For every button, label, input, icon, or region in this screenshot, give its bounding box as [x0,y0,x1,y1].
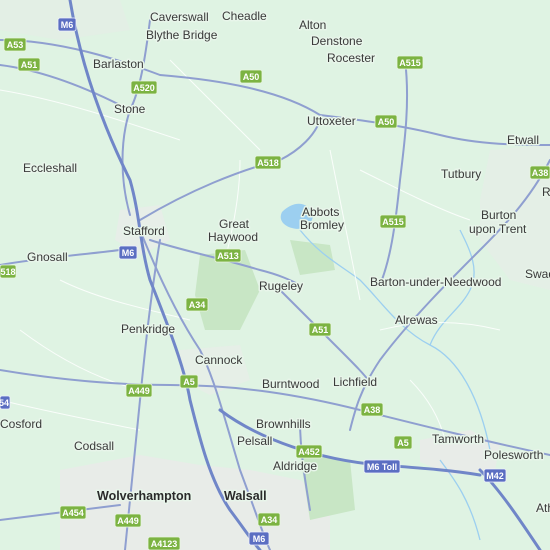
road-shield-a53: A53 [3,37,27,52]
place-label-lichfield[interactable]: Lichfield [332,374,379,391]
svg-text:518: 518 [0,267,15,277]
road-shield-m6: M6 [57,17,77,32]
place-label-rugeley[interactable]: Rugeley [258,278,305,295]
road-shield-a51: A51 [17,57,41,72]
place-label-stone[interactable]: Stone [113,101,148,118]
road-shield-a513: A513 [214,248,242,263]
place-label-wolverhampton[interactable]: Wolverhampton [96,488,193,505]
road-shield-a51-south: A51 [308,322,332,337]
road-shield-a38-north: A38 [529,165,550,180]
place-label-barlaston[interactable]: Barlaston [92,56,146,73]
place-label-alrewas[interactable]: Alrewas [394,312,440,329]
svg-text:A452: A452 [298,447,320,457]
svg-text:A520: A520 [133,83,155,93]
svg-text:A50: A50 [243,72,260,82]
svg-text:A53: A53 [7,40,24,50]
svg-text:M42: M42 [486,471,504,481]
place-label-burntwood[interactable]: Burntwood [261,376,321,393]
place-label-penkridge[interactable]: Penkridge [120,321,177,338]
svg-text:54: 54 [0,398,9,408]
road-shield-a449-south: A449 [114,513,142,528]
place-label-upon-trent[interactable]: upon Trent [468,221,529,238]
svg-text:A513: A513 [217,251,239,261]
place-label-caverswall[interactable]: Caverswall [149,9,211,26]
road-shield-a452: A452 [295,444,323,459]
svg-text:A5: A5 [397,438,409,448]
road-shield-m6-stafford: M6 [118,245,138,260]
place-label-pelsall[interactable]: Pelsall [236,433,274,450]
svg-text:M6 Toll: M6 Toll [367,462,397,472]
place-label-stafford[interactable]: Stafford [122,223,167,240]
road-shield-a4123: A4123 [147,536,181,550]
road-shield-a5-east: A5 [393,435,413,450]
place-label-uttoxeter[interactable]: Uttoxeter [306,113,358,130]
svg-text:A51: A51 [21,60,38,70]
road-shield-a5: A5 [179,374,199,389]
place-label-haywood[interactable]: Haywood [207,229,260,246]
road-shield-a518: A518 [254,155,282,170]
place-label-cheadle[interactable]: Cheadle [221,8,269,25]
place-label-polesworth[interactable]: Polesworth [483,447,545,464]
place-label-ath[interactable]: Ath [535,500,550,517]
svg-text:A454: A454 [62,508,84,518]
road-shield-a454: A454 [59,505,87,520]
road-shield-518: 518 [0,264,17,279]
place-label-gnosall[interactable]: Gnosall [26,249,70,266]
place-label-great[interactable]: Great [218,216,252,233]
road-shield-a50-east: A50 [374,114,398,129]
svg-text:M6: M6 [253,534,266,544]
road-shield-m6-toll: M6 Toll [363,459,401,474]
road-shield-m42: M42 [483,468,507,483]
road-shield-a38-south: A38 [360,402,384,417]
svg-text:A51: A51 [312,325,329,335]
road-shield-54: 54 [0,395,11,410]
place-label-cannock[interactable]: Cannock [194,352,245,369]
road-shield-m6-south: M6 [248,531,270,546]
place-label-eccleshall[interactable]: Eccleshall [22,160,79,177]
place-label-tamworth[interactable]: Tamworth [431,431,486,448]
place-label-barton-under-needwood[interactable]: Barton-under-Needwood [369,274,503,291]
svg-text:A50: A50 [378,117,395,127]
svg-text:M6: M6 [122,248,135,258]
road-shield-a449: A449 [125,383,153,398]
svg-text:A449: A449 [117,516,139,526]
svg-text:A34: A34 [261,515,278,525]
place-label-bromley[interactable]: Bromley [299,217,346,234]
place-label-alton[interactable]: Alton [298,17,328,34]
place-label-abbots[interactable]: Abbots [301,204,341,221]
place-label-etwall[interactable]: Etwall [506,132,541,149]
svg-text:A449: A449 [128,386,150,396]
svg-text:A515: A515 [399,58,421,68]
place-label-codsall[interactable]: Codsall [73,438,116,455]
place-label-brownhills[interactable]: Brownhills [255,416,313,433]
map-canvas[interactable]: M6 A53 A51 A520 A50 A515 A50 A518 A38 A5… [0,0,550,550]
svg-text:A4123: A4123 [151,539,178,549]
place-label-rocester[interactable]: Rocester [326,50,377,67]
place-label-r[interactable]: R [541,184,550,201]
road-shield-a34: A34 [185,297,209,312]
svg-text:M6: M6 [61,20,74,30]
place-label-aldridge[interactable]: Aldridge [272,458,319,475]
road-shield-a515-south: A515 [379,214,407,229]
road-shield-a520: A520 [130,80,158,95]
place-label-denstone[interactable]: Denstone [310,33,365,50]
place-label-blythe-bridge[interactable]: Blythe Bridge [145,27,220,44]
place-label-tutbury[interactable]: Tutbury [440,166,483,183]
road-shield-a34-south: A34 [257,512,281,527]
svg-text:A515: A515 [382,217,404,227]
place-label-cosford[interactable]: Cosford [0,416,44,433]
svg-text:A38: A38 [364,405,381,415]
svg-text:A34: A34 [189,300,206,310]
place-label-walsall[interactable]: Walsall [223,488,269,505]
place-label-swad[interactable]: Swad [524,266,550,283]
svg-text:A5: A5 [183,377,195,387]
road-shield-a50: A50 [239,69,263,84]
svg-text:A518: A518 [257,158,279,168]
place-label-burton[interactable]: Burton [480,207,518,224]
road-shield-a515: A515 [396,55,424,70]
svg-text:A38: A38 [532,168,549,178]
